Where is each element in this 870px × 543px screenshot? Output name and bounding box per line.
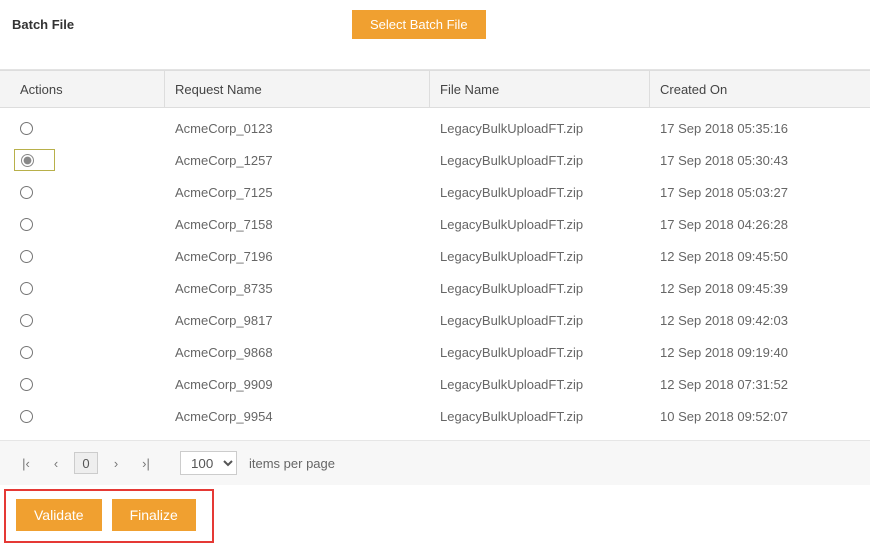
action-buttons-highlight: Validate Finalize bbox=[4, 489, 214, 543]
batch-file-label: Batch File bbox=[12, 17, 352, 32]
row-request-name: AcmeCorp_1257 bbox=[165, 144, 430, 176]
table-row: AcmeCorp_1257LegacyBulkUploadFT.zip17 Se… bbox=[0, 144, 870, 176]
row-actions-cell bbox=[0, 400, 165, 432]
batch-requests-table: Actions Request Name File Name Created O… bbox=[0, 69, 870, 440]
row-actions-cell bbox=[0, 240, 165, 272]
validate-button[interactable]: Validate bbox=[16, 499, 102, 531]
row-select-radio[interactable] bbox=[20, 122, 33, 135]
row-select-radio[interactable] bbox=[21, 154, 34, 167]
column-header-created-on[interactable]: Created On bbox=[650, 71, 870, 107]
last-page-icon: ›| bbox=[142, 456, 150, 471]
row-file-name: LegacyBulkUploadFT.zip bbox=[430, 272, 650, 304]
row-select-radio[interactable] bbox=[20, 282, 33, 295]
row-created-on: 12 Sep 2018 09:45:50 bbox=[650, 240, 870, 272]
finalize-button[interactable]: Finalize bbox=[112, 499, 196, 531]
row-request-name: AcmeCorp_9868 bbox=[165, 336, 430, 368]
table-row: AcmeCorp_9909LegacyBulkUploadFT.zip12 Se… bbox=[0, 368, 870, 400]
row-created-on: 12 Sep 2018 07:31:52 bbox=[650, 368, 870, 400]
pager: |‹ ‹ 0 › ›| 100 items per page bbox=[0, 440, 870, 485]
row-request-name: AcmeCorp_7158 bbox=[165, 208, 430, 240]
row-actions-cell bbox=[0, 208, 165, 240]
row-created-on: 12 Sep 2018 09:42:03 bbox=[650, 304, 870, 336]
table-header-row: Actions Request Name File Name Created O… bbox=[0, 70, 870, 108]
column-header-actions[interactable]: Actions bbox=[0, 71, 165, 107]
row-file-name: LegacyBulkUploadFT.zip bbox=[430, 144, 650, 176]
table-row: AcmeCorp_0123LegacyBulkUploadFT.zip17 Se… bbox=[0, 112, 870, 144]
row-created-on: 17 Sep 2018 05:30:43 bbox=[650, 144, 870, 176]
row-created-on: 12 Sep 2018 09:45:39 bbox=[650, 272, 870, 304]
row-created-on: 17 Sep 2018 05:35:16 bbox=[650, 112, 870, 144]
row-select-radio[interactable] bbox=[20, 378, 33, 391]
selected-row-highlight bbox=[14, 149, 55, 171]
row-file-name: LegacyBulkUploadFT.zip bbox=[430, 176, 650, 208]
row-actions-cell bbox=[0, 144, 165, 176]
first-page-icon: |‹ bbox=[22, 456, 30, 471]
row-request-name: AcmeCorp_9954 bbox=[165, 400, 430, 432]
table-row: AcmeCorp_9868LegacyBulkUploadFT.zip12 Se… bbox=[0, 336, 870, 368]
select-batch-file-button[interactable]: Select Batch File bbox=[352, 10, 486, 39]
row-select-radio[interactable] bbox=[20, 314, 33, 327]
row-file-name: LegacyBulkUploadFT.zip bbox=[430, 336, 650, 368]
column-header-file-name[interactable]: File Name bbox=[430, 71, 650, 107]
items-per-page-label: items per page bbox=[249, 456, 335, 471]
row-request-name: AcmeCorp_9817 bbox=[165, 304, 430, 336]
table-row: AcmeCorp_9817LegacyBulkUploadFT.zip12 Se… bbox=[0, 304, 870, 336]
row-request-name: AcmeCorp_0123 bbox=[165, 112, 430, 144]
row-actions-cell bbox=[0, 304, 165, 336]
row-created-on: 17 Sep 2018 04:26:28 bbox=[650, 208, 870, 240]
row-file-name: LegacyBulkUploadFT.zip bbox=[430, 368, 650, 400]
table-row: AcmeCorp_7158LegacyBulkUploadFT.zip17 Se… bbox=[0, 208, 870, 240]
row-file-name: LegacyBulkUploadFT.zip bbox=[430, 112, 650, 144]
table-row: AcmeCorp_7125LegacyBulkUploadFT.zip17 Se… bbox=[0, 176, 870, 208]
pager-prev-button[interactable]: ‹ bbox=[44, 451, 68, 475]
row-actions-cell bbox=[0, 112, 165, 144]
pager-next-button[interactable]: › bbox=[104, 451, 128, 475]
table-row: AcmeCorp_8735LegacyBulkUploadFT.zip12 Se… bbox=[0, 272, 870, 304]
row-select-radio[interactable] bbox=[20, 346, 33, 359]
row-actions-cell bbox=[0, 272, 165, 304]
row-file-name: LegacyBulkUploadFT.zip bbox=[430, 240, 650, 272]
row-request-name: AcmeCorp_7196 bbox=[165, 240, 430, 272]
row-select-radio[interactable] bbox=[20, 218, 33, 231]
row-created-on: 12 Sep 2018 09:19:40 bbox=[650, 336, 870, 368]
pager-first-button[interactable]: |‹ bbox=[14, 451, 38, 475]
column-header-request-name[interactable]: Request Name bbox=[165, 71, 430, 107]
page-size-select[interactable]: 100 bbox=[180, 451, 237, 475]
row-request-name: AcmeCorp_8735 bbox=[165, 272, 430, 304]
pager-current-page: 0 bbox=[74, 452, 98, 474]
batch-file-header: Batch File Select Batch File bbox=[0, 0, 870, 69]
row-actions-cell bbox=[0, 176, 165, 208]
row-select-radio[interactable] bbox=[20, 186, 33, 199]
row-select-radio[interactable] bbox=[20, 250, 33, 263]
row-request-name: AcmeCorp_9909 bbox=[165, 368, 430, 400]
table-row: AcmeCorp_7196LegacyBulkUploadFT.zip12 Se… bbox=[0, 240, 870, 272]
row-request-name: AcmeCorp_7125 bbox=[165, 176, 430, 208]
table-row: AcmeCorp_9954LegacyBulkUploadFT.zip10 Se… bbox=[0, 400, 870, 432]
row-actions-cell bbox=[0, 336, 165, 368]
row-file-name: LegacyBulkUploadFT.zip bbox=[430, 400, 650, 432]
table-body: AcmeCorp_0123LegacyBulkUploadFT.zip17 Se… bbox=[0, 108, 870, 440]
row-file-name: LegacyBulkUploadFT.zip bbox=[430, 304, 650, 336]
row-created-on: 17 Sep 2018 05:03:27 bbox=[650, 176, 870, 208]
row-select-radio[interactable] bbox=[20, 410, 33, 423]
row-file-name: LegacyBulkUploadFT.zip bbox=[430, 208, 650, 240]
row-actions-cell bbox=[0, 368, 165, 400]
next-page-icon: › bbox=[114, 456, 118, 471]
pager-last-button[interactable]: ›| bbox=[134, 451, 158, 475]
row-created-on: 10 Sep 2018 09:52:07 bbox=[650, 400, 870, 432]
prev-page-icon: ‹ bbox=[54, 456, 58, 471]
